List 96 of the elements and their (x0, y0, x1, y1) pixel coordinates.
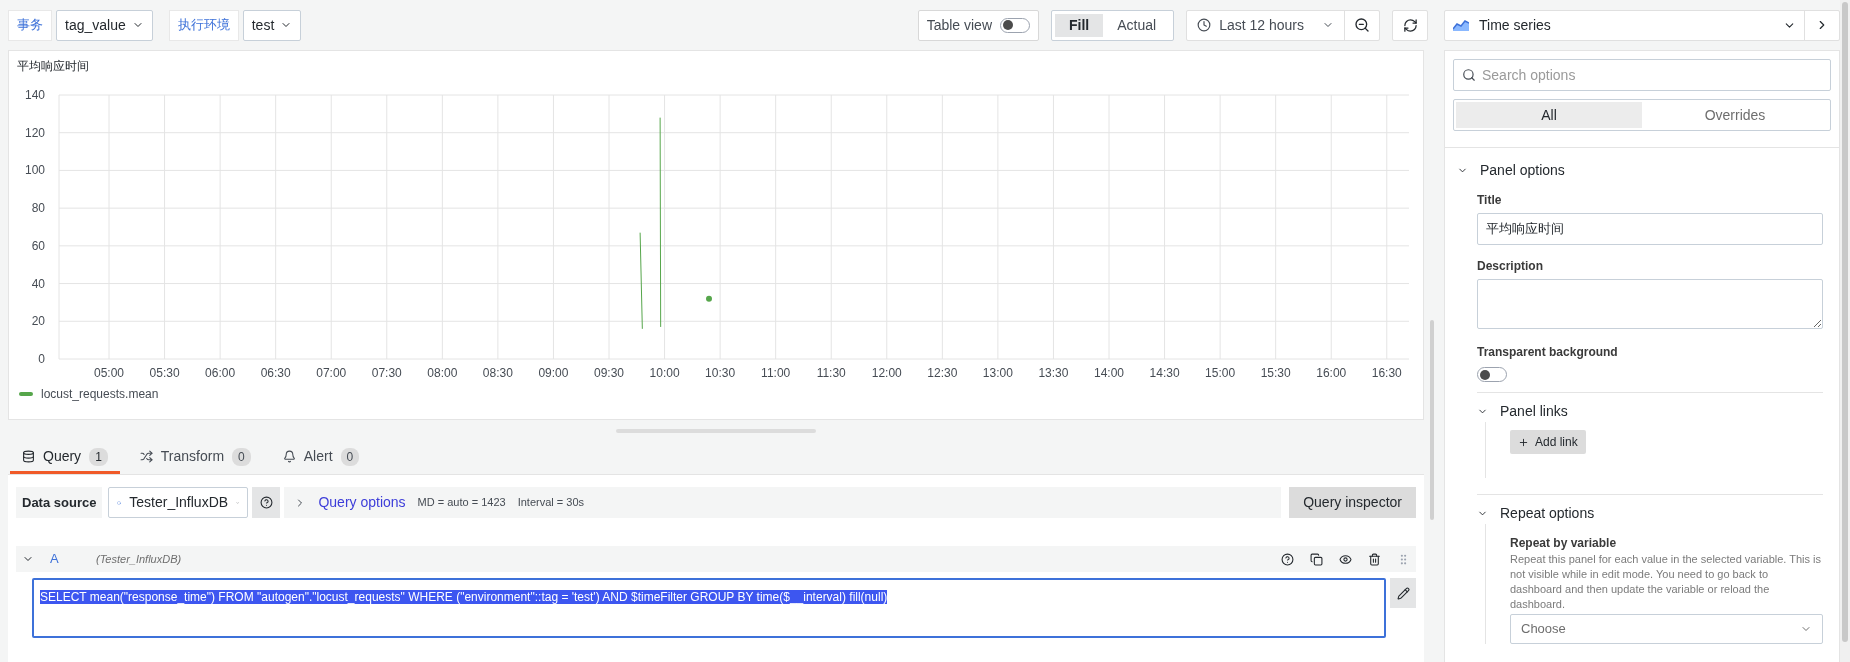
tab-icon (22, 450, 35, 463)
data-source-picker[interactable]: Tester_InfluxDB (108, 487, 249, 518)
x-axis-label: 11:00 (761, 366, 791, 380)
x-axis-label: 08:30 (482, 366, 513, 380)
y-axis-label: 100 (24, 163, 45, 178)
add-link-button[interactable]: Add link (1510, 430, 1586, 454)
y-axis-label: 20 (31, 314, 45, 329)
x-axis-label: 07:30 (371, 366, 402, 380)
title-input[interactable]: 平均响应时间 (1477, 213, 1823, 245)
toggle-switch[interactable] (1000, 17, 1030, 33)
section-header[interactable]: Panel links (1477, 401, 1568, 422)
zoom-out-icon (1354, 17, 1370, 33)
x-axis-label: 11:30 (816, 366, 846, 380)
scrollbar-thumb[interactable] (1842, 2, 1848, 642)
variable-label: 执行环境 (168, 9, 239, 41)
section-header[interactable]: Panel options (1457, 160, 1565, 181)
refresh-icon (1402, 17, 1418, 33)
section-header[interactable]: Repeat options (1477, 503, 1595, 524)
delete-icon[interactable] (1368, 552, 1381, 566)
x-axis-label: 14:00 (1094, 366, 1124, 380)
x-axis-label: 10:30 (705, 366, 736, 380)
tab-count: 0 (340, 447, 360, 466)
toggle-switch[interactable] (1477, 367, 1507, 382)
variable-select[interactable]: Choose (1510, 614, 1823, 644)
edit-mode-button[interactable] (1390, 578, 1416, 608)
help-icon[interactable] (1281, 552, 1294, 566)
x-axis-label: 13:30 (1038, 366, 1069, 380)
field-label: Title (1477, 192, 1503, 209)
scrollbar-thumb[interactable] (1430, 320, 1434, 520)
x-axis-label: 06:00 (205, 366, 236, 380)
x-axis-label: 05:00 (94, 366, 124, 380)
panel-title: 平均响应时间 (16, 58, 90, 75)
query-editor[interactable]: SELECT mean("response_time") FROM "autogen"."locust_requests" WHERE ("environment"::tag = 'test') AND $timeFilter GROUP BY time($__interval) fill(null) (32, 578, 1386, 638)
help-icon (259, 496, 273, 509)
x-axis-label: 12:30 (927, 366, 958, 380)
options-tab[interactable]: Overrides (1642, 102, 1828, 128)
x-axis-label: 08:00 (427, 366, 458, 380)
copy-icon[interactable] (1310, 552, 1323, 566)
tab-count: 1 (89, 447, 108, 466)
toggle-label: Table view (926, 15, 992, 35)
y-axis-label: 80 (31, 201, 45, 216)
x-axis-label: 10:00 (649, 366, 680, 380)
x-axis-label: 15:00 (1205, 366, 1236, 380)
x-axis-label: 09:30 (594, 366, 624, 380)
eye-icon[interactable] (1339, 552, 1352, 566)
interval-value: Interval = 30s (517, 495, 584, 511)
x-axis-label: 16:30 (1371, 366, 1402, 380)
search-input[interactable]: Search options (1482, 64, 1822, 86)
editor-tab[interactable]: Alert 0 (270, 442, 372, 474)
y-axis-label: 120 (24, 125, 45, 140)
y-axis-label: 0 (38, 352, 45, 366)
max-data-points: MD = auto = 1423 (417, 495, 506, 511)
legend-label[interactable]: locust_requests.mean (41, 385, 159, 403)
table-view-toggle[interactable]: Table view (917, 9, 1039, 41)
search-field[interactable]: Search options (1453, 59, 1831, 91)
variable-dropdown[interactable]: test (242, 9, 302, 41)
help-button[interactable] (252, 487, 281, 518)
variable-label: 事务 (8, 9, 52, 41)
legend-swatch (19, 392, 33, 396)
data-point (706, 295, 712, 302)
tab-count: 0 (232, 447, 251, 466)
options-tab[interactable]: All (1456, 102, 1642, 128)
area-chart-icon (1453, 19, 1469, 31)
x-axis-label: 16:00 (1316, 366, 1347, 380)
query-inspector-button[interactable]: Query inspector (1289, 487, 1416, 518)
field-label: Description (1477, 258, 1544, 275)
query-options-toggle[interactable]: Query options (294, 492, 406, 513)
field-label: Transparent background (1477, 344, 1619, 361)
x-axis-label: 15:30 (1260, 366, 1291, 380)
query-ref[interactable]: A (50, 549, 80, 569)
x-axis-label: 07:00 (316, 366, 347, 380)
x-axis-label: 13:00 (982, 366, 1013, 380)
tab-icon (139, 450, 153, 463)
plus-icon (1518, 436, 1529, 448)
variable-dropdown[interactable]: tag_value (56, 9, 153, 41)
x-axis-label: 05:30 (149, 366, 180, 380)
tab-icon (282, 450, 296, 463)
x-axis-label: 12:00 (871, 366, 902, 380)
x-axis-label: 09:00 (538, 366, 569, 380)
editor-tab[interactable]: Transform 0 (127, 442, 263, 474)
data-source-label: Data source (16, 487, 103, 518)
field-label: Repeat by variable (1510, 535, 1618, 552)
query-text: SELECT mean("response_time") FROM "autogen"."locust_requests" WHERE ("environment"::tag = 'test') AND $timeFilter GROUP BY time($__interval) fill(null) (40, 590, 888, 604)
y-axis-label: 60 (31, 238, 45, 253)
fill-mode-button[interactable]: Actual (1103, 13, 1171, 37)
query-source: (Tester_InfluxDB) (96, 551, 182, 567)
y-axis-label: 140 (24, 88, 45, 102)
clock-icon (1197, 18, 1212, 32)
field-description: Repeat this panel for each value in the selected variable. This is not visible while in edit mode. You need to go back to dashboard and then update the variable or reload the dashboard. (1510, 552, 1823, 612)
refresh-button[interactable] (1392, 9, 1428, 41)
x-axis-label: 14:30 (1149, 366, 1180, 380)
fill-mode-button[interactable]: Fill (1055, 13, 1104, 37)
search-icon (1462, 68, 1476, 82)
pencil-icon (1396, 586, 1410, 600)
x-axis-label: 06:30 (260, 366, 291, 380)
y-axis-label: 40 (31, 276, 45, 291)
